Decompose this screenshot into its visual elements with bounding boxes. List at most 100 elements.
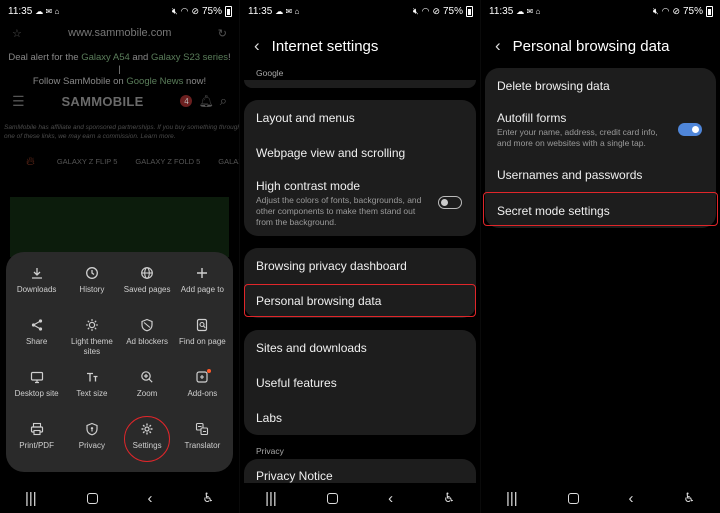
menu-item-label: Privacy xyxy=(78,441,105,450)
privacy-dashboard-item[interactable]: Browsing privacy dashboard xyxy=(244,248,476,283)
sites-downloads-item[interactable]: Sites and downloads xyxy=(244,330,476,365)
category-item[interactable]: GALAXY Z FLIP 5 xyxy=(57,157,118,166)
notification-icons: ☁ ✉ ⌂ xyxy=(35,6,60,16)
translate-icon xyxy=(196,422,209,436)
find-icon xyxy=(197,318,208,332)
address-bar[interactable]: ☆ www.sammobile.com ↻ xyxy=(0,22,239,44)
dnd-icon: ⊘ xyxy=(672,5,680,16)
status-bar: 11:35 ☁ ✉ ⌂ 🔇︎ ◠ ⊘ 75% xyxy=(240,0,480,22)
reload-icon[interactable]: ↻ xyxy=(218,27,227,40)
menu-item-privacy[interactable]: Privacy xyxy=(64,418,119,470)
battery-icon xyxy=(225,5,232,17)
menu-item-history[interactable]: History xyxy=(64,262,119,314)
recents-icon[interactable]: ||| xyxy=(25,490,37,507)
secret-mode-highlight xyxy=(483,192,718,226)
battery-text: 75% xyxy=(442,5,463,17)
page-header: ‹ Internet settings xyxy=(254,30,470,62)
home-icon[interactable] xyxy=(326,492,338,504)
high-contrast-item[interactable]: High contrast mode Adjust the colors of … xyxy=(244,170,476,236)
recents-icon[interactable]: ||| xyxy=(265,490,277,507)
menu-grid: Downloads History Saved pages Add page to Sh… xyxy=(9,262,230,470)
browser-menu-sheet: Downloads History Saved pages Add page to Sh… xyxy=(6,252,233,472)
wifi-icon: ◠ xyxy=(661,5,670,16)
status-time: 11:35 xyxy=(248,5,273,17)
galaxy-a54-link[interactable]: Galaxy A54 xyxy=(81,52,130,63)
wifi-icon: ◠ xyxy=(180,5,189,16)
deal-banner: Deal alert for the Galaxy A54 and Galaxy… xyxy=(8,52,231,87)
menu-item-label: Find on page xyxy=(179,337,226,346)
labs-item[interactable]: Labs xyxy=(244,400,476,435)
menu-item-find-on-page[interactable]: Find on page xyxy=(175,314,230,366)
notification-badge: 4 xyxy=(180,95,193,107)
layout-menus-item[interactable]: Layout and menus xyxy=(244,100,476,135)
menu-item-translator[interactable]: Translator xyxy=(175,418,230,470)
print-icon xyxy=(30,422,43,436)
battery-icon xyxy=(706,5,713,17)
menu-item-share[interactable]: Share xyxy=(9,314,64,366)
recents-icon[interactable]: ||| xyxy=(506,490,518,507)
wifi-icon: ◠ xyxy=(421,5,430,16)
accessibility-icon[interactable]: ♿︎ xyxy=(202,490,214,506)
bookmark-star-icon[interactable]: ☆ xyxy=(12,27,22,40)
google-news-link[interactable]: Google News xyxy=(126,76,183,87)
section-header-privacy: Privacy xyxy=(256,446,284,456)
high-contrast-toggle[interactable] xyxy=(438,196,462,209)
status-time: 11:35 xyxy=(8,5,33,17)
menu-item-ad-blockers[interactable]: Ad blockers xyxy=(120,314,175,366)
back-arrow-icon[interactable]: ‹ xyxy=(254,36,260,56)
menu-item-desktop-site[interactable]: Desktop site xyxy=(9,366,64,418)
desktop-icon xyxy=(30,371,43,384)
mute-icon: 🔇︎ xyxy=(652,5,659,16)
back-nav-icon[interactable]: ‹ xyxy=(147,490,152,507)
webpage-view-item[interactable]: Webpage view and scrolling xyxy=(244,135,476,170)
search-icon[interactable]: ⌕ xyxy=(220,93,227,109)
menu-item-label: Desktop site xyxy=(14,389,59,398)
accessibility-icon[interactable]: ♿︎ xyxy=(443,490,455,506)
notification-icons: ☁ ✉ ⌂ xyxy=(275,6,300,16)
bell-icon[interactable]: 🔔︎ xyxy=(198,94,213,108)
status-bar: 11:35 ☁ ✉ ⌂ 🔇︎ ◠ ⊘ 75% xyxy=(481,0,720,22)
browser-screen: 11:35 ☁ ✉ ⌂ 🔇︎ ◠ ⊘ 75% ☆ www.sammobile.com ↻… xyxy=(0,0,239,513)
plus-icon xyxy=(197,268,208,278)
accessibility-icon[interactable]: ♿︎ xyxy=(683,490,695,506)
menu-item-add-page-to[interactable]: Add page to xyxy=(175,262,230,314)
category-item[interactable]: GALAXY S xyxy=(218,157,239,166)
home-icon[interactable] xyxy=(86,492,98,504)
category-item[interactable]: GALAXY Z FOLD 5 xyxy=(135,157,200,166)
personal-data-highlight xyxy=(244,284,476,317)
autofill-toggle[interactable] xyxy=(678,123,702,136)
settings-card-more: Sites and downloads Useful features Labs xyxy=(244,330,476,435)
settings-highlight-circle xyxy=(124,416,170,462)
delete-browsing-data-item[interactable]: Delete browsing data xyxy=(485,68,716,103)
menu-item-add-ons[interactable]: Add-ons xyxy=(175,366,230,418)
hamburger-menu-icon[interactable]: ☰ xyxy=(12,93,25,110)
category-strip: 🔥︎ GALAXY Z FLIP 5 GALAXY Z FOLD 5 GALAX… xyxy=(26,154,239,169)
galaxy-s23-link[interactable]: Galaxy S23 series xyxy=(151,52,228,63)
autofill-forms-item[interactable]: Autofill forms Enter your name, address,… xyxy=(485,103,716,157)
menu-item-zoom[interactable]: Zoom xyxy=(120,366,175,418)
home-icon[interactable] xyxy=(567,492,579,504)
status-bar: 11:35 ☁ ✉ ⌂ 🔇︎ ◠ ⊘ 75% xyxy=(0,0,239,22)
section-header-google: Google xyxy=(256,68,284,78)
battery-text: 75% xyxy=(201,5,222,17)
site-logo[interactable]: SAMMOBILE xyxy=(61,94,143,109)
page-title: Internet settings xyxy=(271,37,379,55)
useful-features-item[interactable]: Useful features xyxy=(244,365,476,400)
back-nav-icon[interactable]: ‹ xyxy=(628,490,633,507)
usernames-passwords-item[interactable]: Usernames and passwords xyxy=(485,157,716,193)
article-hero-image xyxy=(10,197,229,257)
menu-item-label: Zoom xyxy=(136,389,158,398)
back-arrow-icon[interactable]: ‹ xyxy=(495,36,501,56)
affiliate-notice: SamMobile has affiliate and sponsored pa… xyxy=(4,124,239,140)
menu-item-downloads[interactable]: Downloads xyxy=(9,262,64,314)
site-header: ☰ SAMMOBILE 4 🔔︎ ⌕ xyxy=(12,90,227,112)
menu-item-label: Share xyxy=(25,337,48,346)
menu-item-print-pdf[interactable]: Print/PDF xyxy=(9,418,64,470)
menu-item-saved-pages[interactable]: Saved pages xyxy=(120,262,175,314)
dnd-icon: ⊘ xyxy=(432,5,440,16)
menu-item-light-theme-sites[interactable]: Light theme sites xyxy=(64,314,119,366)
url-text[interactable]: www.sammobile.com xyxy=(68,27,171,39)
menu-item-text-size[interactable]: Text size xyxy=(64,366,119,418)
page-title: Personal browsing data xyxy=(512,37,670,55)
back-nav-icon[interactable]: ‹ xyxy=(388,490,393,507)
